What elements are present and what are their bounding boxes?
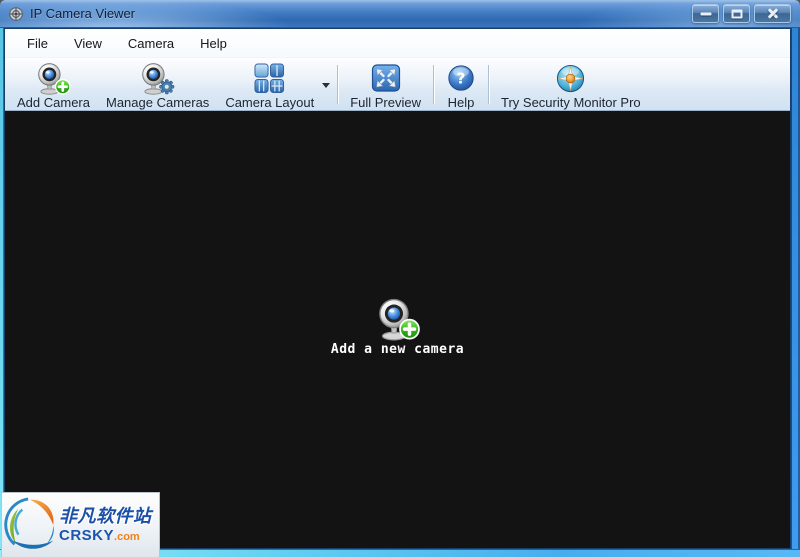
menu-item-file[interactable]: File	[14, 31, 61, 56]
toolbar-label-camera-layout: Camera Layout	[225, 95, 315, 110]
help-glyph: ?	[457, 70, 466, 88]
minimize-button[interactable]	[692, 4, 719, 23]
toolbar-label-security-monitor: Try Security Monitor Pro	[501, 95, 641, 110]
close-button[interactable]	[754, 4, 791, 23]
camera-layout-button[interactable]: Camera Layout	[217, 60, 322, 110]
site-brand: CRSKY	[59, 526, 115, 544]
chevron-down-icon	[322, 83, 331, 88]
client-area: File View Camera Help Add Camera Manage …	[4, 28, 791, 549]
minimize-icon	[700, 12, 711, 15]
watermark-text: 非凡软件站 CRSKY.com	[59, 507, 152, 544]
titlebar[interactable]: IP Camera Viewer	[0, 0, 800, 28]
try-security-monitor-pro-button[interactable]: Try Security Monitor Pro	[493, 60, 649, 110]
toolbar-separator	[433, 65, 434, 104]
app-window: IP Camera Viewer File View Camera Help A…	[0, 0, 800, 557]
crsky-logo-icon	[4, 497, 54, 549]
menu-item-view[interactable]: View	[61, 31, 115, 56]
toolbar-separator	[337, 65, 339, 104]
app-crosshair-icon	[9, 6, 23, 21]
window-title: IP Camera Viewer	[30, 6, 136, 21]
add-new-camera-action[interactable]: Add a new camera	[5, 297, 790, 357]
grid-layout-icon	[254, 61, 285, 95]
webcam-add-icon	[36, 61, 71, 95]
toolbar-label-full-preview: Full Preview	[350, 95, 421, 110]
window-controls	[692, 4, 791, 23]
full-preview-button[interactable]: Full Preview	[342, 60, 429, 110]
help-button[interactable]: ? Help	[438, 60, 484, 110]
toolbar-label-manage-cameras: Manage Cameras	[105, 95, 210, 110]
security-monitor-icon	[555, 61, 586, 95]
toolbar-label-help: Help	[447, 95, 475, 110]
toolbar-label-add-camera: Add Camera	[17, 95, 90, 110]
site-name: 非凡软件站	[59, 505, 152, 526]
camera-layout-dropdown-button[interactable]	[322, 83, 333, 88]
manage-cameras-button[interactable]: Manage Cameras	[98, 60, 217, 110]
webcam-gear-icon	[140, 61, 175, 95]
add-camera-button[interactable]: Add Camera	[9, 60, 98, 110]
expand-arrows-icon	[370, 61, 402, 95]
menu-item-help[interactable]: Help	[187, 31, 240, 56]
menu-item-camera[interactable]: Camera	[115, 31, 187, 56]
site-domain: CRSKY.com	[59, 528, 152, 544]
menubar: File View Camera Help	[5, 29, 790, 57]
site-tld: .com	[114, 530, 140, 543]
maximize-icon	[731, 9, 742, 18]
question-icon: ?	[446, 61, 476, 95]
toolbar: Add Camera Manage Cameras Camera Layout …	[5, 57, 790, 111]
maximize-button[interactable]	[723, 4, 750, 23]
toolbar-separator	[488, 65, 489, 104]
crsky-watermark: 非凡软件站 CRSKY.com	[2, 493, 159, 557]
empty-state-label: Add a new camera	[330, 342, 465, 357]
webcam-add-icon-large	[378, 298, 420, 341]
window-border-right	[791, 28, 800, 557]
camera-viewer-area: Add a new camera	[5, 111, 790, 548]
